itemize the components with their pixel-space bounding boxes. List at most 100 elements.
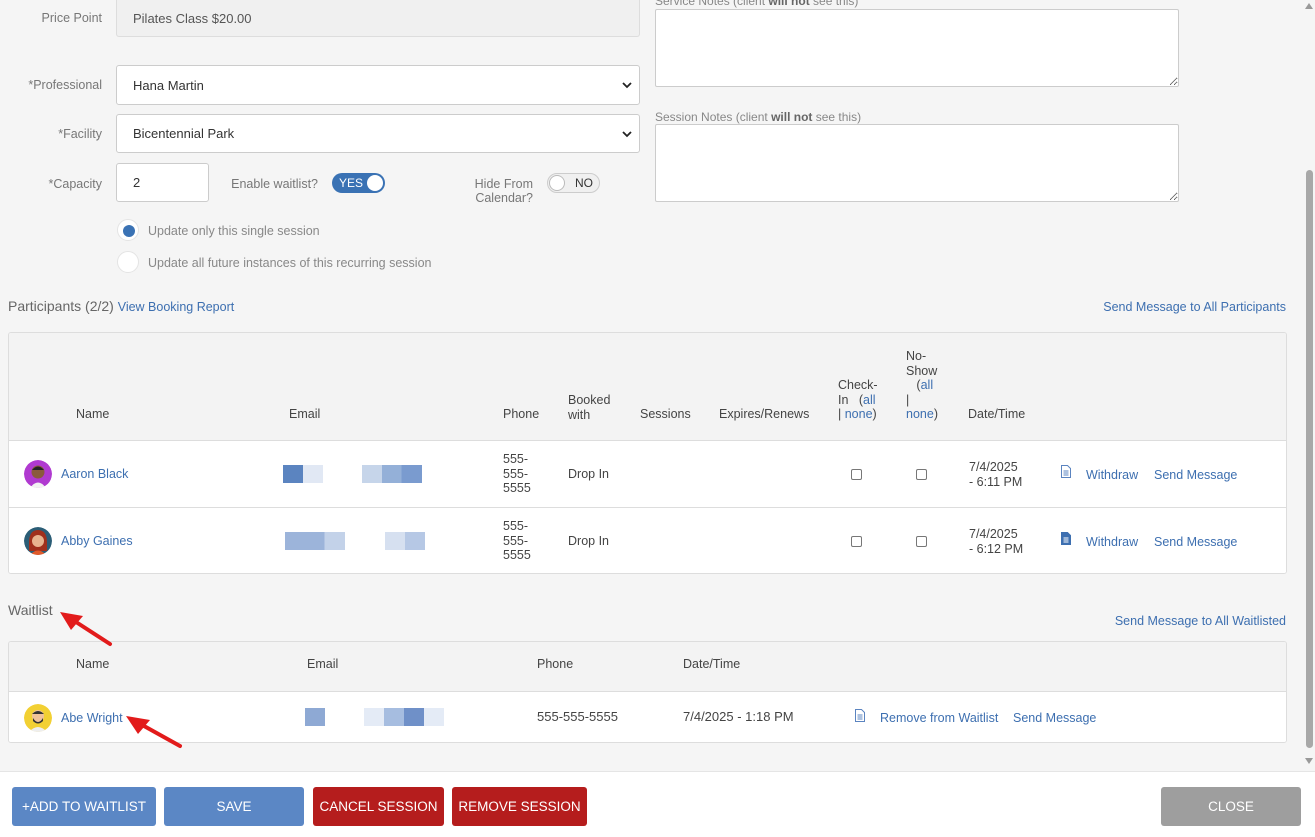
withdraw-link[interactable]: Withdraw xyxy=(1086,535,1138,550)
notes-label-text: see this) xyxy=(809,0,859,8)
col-checkin-line3: | none) xyxy=(838,407,877,421)
professional-label: *Professional xyxy=(28,78,102,92)
modal-footer: +ADD TO WAITLIST SAVE CANCEL SESSION REM… xyxy=(0,771,1315,837)
remove-session-button[interactable]: REMOVE SESSION xyxy=(452,787,587,826)
capacity-value: 2 xyxy=(133,175,141,190)
capacity-label: *Capacity xyxy=(48,177,103,191)
radio-single-label: Update only this single session xyxy=(148,224,320,238)
phone-line: 555- xyxy=(503,452,529,466)
price-point-value: Pilates Class $20.00 xyxy=(133,10,252,26)
avatar xyxy=(24,460,52,488)
email-redacted xyxy=(305,708,325,726)
col-date-time: Date/Time xyxy=(683,657,741,671)
send-message-all-participants-link[interactable]: Send Message to All Participants xyxy=(1103,300,1286,314)
col-booked-line2: with xyxy=(568,407,591,422)
send-message-link[interactable]: Send Message xyxy=(1013,711,1096,726)
waitlist-date-time: 7/4/2025 - 1:18 PM xyxy=(683,709,794,724)
professional-select[interactable]: Hana Martin xyxy=(116,65,640,105)
col-booked-with: Booked with xyxy=(568,393,610,422)
booked-with: Drop In xyxy=(568,534,609,548)
phone-line: 555- xyxy=(503,466,529,481)
participants-table-header: Name Email Phone Booked with Sessions Ex… xyxy=(9,333,1286,441)
service-notes-textarea[interactable] xyxy=(655,9,1179,87)
enable-waitlist-toggle[interactable]: YES xyxy=(332,173,385,193)
participant-name-link[interactable]: Aaron Black xyxy=(61,467,128,482)
withdraw-link[interactable]: Withdraw xyxy=(1086,468,1138,483)
waitlist-table-header: Name Email Phone Date/Time xyxy=(9,642,1286,692)
participant-name-link[interactable]: Abby Gaines xyxy=(61,534,133,549)
check-in-checkbox[interactable] xyxy=(851,536,862,547)
enable-waitlist-label: Enable waitlist? xyxy=(231,177,318,191)
toggle-state: YES xyxy=(339,176,364,190)
facility-select[interactable]: Bicentennial Park xyxy=(116,114,640,153)
table-row: Abby Gaines 555- 555- 5555 Drop In 7/4/2… xyxy=(9,508,1286,573)
page-scrollbar[interactable] xyxy=(1304,0,1315,770)
send-message-link[interactable]: Send Message xyxy=(1154,535,1237,550)
toggle-knob xyxy=(549,175,565,191)
col-checkin-line2: In (all xyxy=(838,392,876,407)
col-sessions: Sessions xyxy=(640,407,691,421)
scroll-down-arrow-icon[interactable] xyxy=(1305,758,1313,764)
price-point-label: Price Point xyxy=(41,11,102,25)
hide-from-calendar-toggle[interactable]: NO xyxy=(547,173,600,193)
notes-label-bold: will not xyxy=(768,0,810,8)
noshow-none-link[interactable]: none xyxy=(906,407,934,421)
col-expires-renews: Expires/Renews xyxy=(719,407,810,421)
send-message-all-waitlisted-link[interactable]: Send Message to All Waitlisted xyxy=(1115,614,1286,628)
session-notes-label: Session Notes (client will not see this) xyxy=(655,110,861,124)
hide-label-line1: Hide From xyxy=(474,177,533,191)
phone-line: 555- xyxy=(503,533,529,548)
chevron-down-icon xyxy=(622,130,632,137)
annotation-arrow-icon xyxy=(60,612,112,646)
participants-title: Participants (2/2) View Booking Report xyxy=(8,298,234,314)
col-checkin-line1: Check- xyxy=(838,378,878,392)
close-button[interactable]: CLOSE xyxy=(1161,787,1301,826)
col-noshow-line3: (all xyxy=(906,378,934,392)
professional-value: Hana Martin xyxy=(133,77,204,93)
capacity-input[interactable]: 2 xyxy=(116,163,209,202)
phone: 555- 555- 5555 xyxy=(503,452,531,496)
document-icon[interactable] xyxy=(1061,465,1071,478)
send-message-link[interactable]: Send Message xyxy=(1154,468,1237,483)
scroll-up-arrow-icon[interactable] xyxy=(1305,3,1313,9)
col-name: Name xyxy=(76,407,110,421)
document-icon[interactable] xyxy=(1061,532,1071,545)
col-email: Email xyxy=(289,407,321,421)
table-row: Abe Wright 555-555-5555 7/4/2025 - 1:18 … xyxy=(9,692,1286,742)
participants-count: Participants (2/2) xyxy=(8,298,114,314)
noshow-all-link[interactable]: all xyxy=(921,378,934,392)
no-show-checkbox[interactable] xyxy=(916,536,927,547)
check-in-checkbox[interactable] xyxy=(851,469,862,480)
radio-all-label: Update all future instances of this recu… xyxy=(148,256,432,270)
booking-date-time: 7/4/2025 - 6:11 PM xyxy=(969,460,1022,489)
save-button[interactable]: SAVE xyxy=(164,787,304,826)
waitlist-table: Name Email Phone Date/Time Abe Wright 55… xyxy=(8,641,1287,743)
checkin-all-link[interactable]: all xyxy=(863,393,876,407)
date-line: 7/4/2025 xyxy=(969,460,1018,474)
col-checkin-in: In xyxy=(838,392,849,407)
date-line: - 6:11 PM xyxy=(969,474,1023,489)
radio-all-future[interactable] xyxy=(117,251,139,273)
noshow-sep: | xyxy=(906,392,910,407)
add-to-waitlist-button[interactable]: +ADD TO WAITLIST xyxy=(12,787,156,826)
phone-line: 5555 xyxy=(503,548,531,562)
view-booking-report-link[interactable]: View Booking Report xyxy=(118,300,235,314)
session-notes-textarea[interactable] xyxy=(655,124,1179,202)
radio-single-session[interactable] xyxy=(117,219,139,241)
checkin-none-link[interactable]: none xyxy=(845,407,873,421)
cancel-session-button[interactable]: CANCEL SESSION xyxy=(313,787,444,826)
document-icon[interactable] xyxy=(855,709,865,722)
facility-label: *Facility xyxy=(58,127,102,141)
notes-label-text: see this) xyxy=(812,110,862,124)
date-line: - 6:12 PM xyxy=(969,541,1024,556)
remove-from-waitlist-link[interactable]: Remove from Waitlist xyxy=(880,711,998,726)
waitlist-name-link[interactable]: Abe Wright xyxy=(61,711,123,726)
col-noshow-line5: none) xyxy=(906,407,938,421)
no-show-checkbox[interactable] xyxy=(916,469,927,480)
service-notes-label: Service Notes (client will not see this) xyxy=(655,0,858,8)
notes-label-text: Service Notes (client xyxy=(655,0,769,8)
scrollbar-thumb[interactable] xyxy=(1306,170,1313,748)
avatar xyxy=(24,704,52,732)
avatar xyxy=(24,527,52,555)
col-email: Email xyxy=(307,657,339,671)
